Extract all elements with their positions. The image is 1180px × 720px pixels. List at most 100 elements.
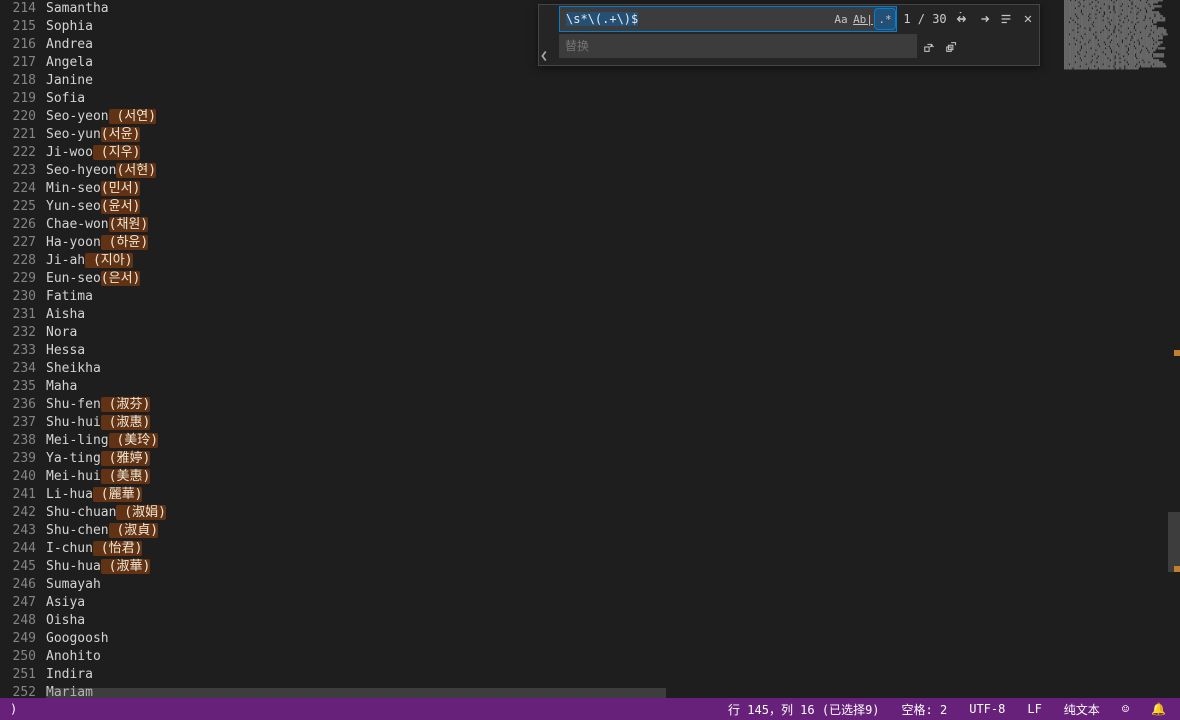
code-line[interactable]: Seo-yeon (서연) [46,108,1180,126]
line-number: 239 [0,450,46,468]
line-number: 242 [0,504,46,522]
line-number: 247 [0,594,46,612]
code-line[interactable]: Sofia [46,90,1180,108]
line-number: 228 [0,252,46,270]
line-text: Seo-yeon [46,109,109,124]
code-line[interactable]: Sheikha [46,360,1180,378]
search-match-highlight: (민서) [101,181,141,196]
code-line[interactable]: Min-seo(민서) [46,180,1180,198]
minimap[interactable]: █████ ███ ██████ █████████ ████████████ … [1060,0,1180,698]
editor-area: 2142152162172182192202212222232242252262… [0,0,1180,698]
line-text: Yun-seo [46,199,101,214]
code-line[interactable]: Eun-seo(은서) [46,270,1180,288]
line-number: 220 [0,108,46,126]
line-text: Li-hua [46,487,93,502]
code-line[interactable]: Seo-yun(서윤) [46,126,1180,144]
status-encoding[interactable]: UTF-8 [965,702,1009,716]
code-line[interactable]: Shu-fen (淑芬) [46,396,1180,414]
line-text: Aisha [46,307,85,322]
code-line[interactable]: Ji-ah (지아) [46,252,1180,270]
code-line[interactable]: Sumayah [46,576,1180,594]
line-number: 230 [0,288,46,306]
code-line[interactable]: Seo-hyeon(서현) [46,162,1180,180]
line-text: Sophia [46,19,93,34]
line-number: 216 [0,36,46,54]
search-match-highlight: (淑惠) [101,415,150,430]
status-eol[interactable]: LF [1023,702,1045,716]
code-line[interactable]: Mei-hui (美惠) [46,468,1180,486]
code-line[interactable]: Hessa [46,342,1180,360]
line-text: Seo-yun [46,127,101,142]
line-number: 236 [0,396,46,414]
code-line[interactable]: I-chun (怡君) [46,540,1180,558]
line-number: 224 [0,180,46,198]
code-line[interactable]: Nora [46,324,1180,342]
code-line[interactable]: Anohito [46,648,1180,666]
horizontal-scrollbar-thumb[interactable] [46,688,666,698]
minimap-viewport[interactable] [1168,512,1180,572]
code-line[interactable]: Fatima [46,288,1180,306]
regex-toggle[interactable]: .* [875,9,895,29]
line-number: 215 [0,18,46,36]
line-text: Andrea [46,37,93,52]
line-number: 232 [0,324,46,342]
line-number: 218 [0,72,46,90]
close-find-button[interactable]: ✕ [1017,8,1039,30]
status-cursor-position[interactable]: 行 145，列 16 (已选择9) [724,701,883,718]
code-line[interactable]: Shu-hua (淑華) [46,558,1180,576]
replace-all-button[interactable] [941,36,963,58]
line-text: Shu-fen [46,397,101,412]
line-text: Ji-ah [46,253,85,268]
match-case-toggle[interactable]: Aa [831,9,851,29]
code-line[interactable]: Janine [46,72,1180,90]
search-match-highlight: (美玲) [109,433,158,448]
find-input-value: \s*\(.+\)$ [566,12,638,26]
code-line[interactable]: Ha-yoon (하윤) [46,234,1180,252]
find-replace-widget: \s*\(.+\)$ Aa Ab| .* 1 / 30 ✕ [538,4,1040,66]
next-match-button[interactable] [973,8,995,30]
horizontal-scrollbar[interactable] [46,688,1060,698]
match-count: 1 / 30 [899,12,951,26]
line-number: 221 [0,126,46,144]
line-number: 217 [0,54,46,72]
search-match-highlight: (서연) [109,109,156,124]
code-line[interactable]: Shu-chen (淑貞) [46,522,1180,540]
search-match-highlight: (하윤) [101,235,148,250]
find-input[interactable]: \s*\(.+\)$ Aa Ab| .* [559,6,897,32]
code-content[interactable]: SamanthaSophiaAndreaAngelaJanineSofiaSeo… [46,0,1180,698]
toggle-replace-icon[interactable] [539,5,557,65]
find-in-selection-button[interactable] [995,8,1017,30]
status-bar: ) 行 145，列 16 (已选择9) 空格: 2 UTF-8 LF 纯文本 ☺… [0,698,1180,720]
status-indentation[interactable]: 空格: 2 [898,701,952,718]
code-line[interactable]: Googoosh [46,630,1180,648]
replace-input-field[interactable] [559,39,917,53]
code-line[interactable]: Yun-seo(윤서) [46,198,1180,216]
previous-match-button[interactable] [951,8,973,30]
code-line[interactable]: Oisha [46,612,1180,630]
notifications-icon[interactable]: 🔔 [1147,702,1170,716]
code-line[interactable]: Maha [46,378,1180,396]
replace-one-button[interactable] [919,36,941,58]
code-line[interactable]: Aisha [46,306,1180,324]
code-line[interactable]: Chae-won(채원) [46,216,1180,234]
search-match-highlight: (서윤) [101,127,141,142]
code-line[interactable]: Asiya [46,594,1180,612]
minimap-match-marker [1174,350,1180,356]
line-text: Shu-chen [46,523,109,538]
status-language-mode[interactable]: 纯文本 [1060,701,1104,718]
code-line[interactable]: Ji-woo (지우) [46,144,1180,162]
code-line[interactable]: Indira [46,666,1180,684]
line-text: Janine [46,73,93,88]
code-line[interactable]: Shu-chuan (淑娟) [46,504,1180,522]
code-line[interactable]: Li-hua (麗華) [46,486,1180,504]
replace-input[interactable] [559,34,917,58]
code-line[interactable]: Ya-ting (雅婷) [46,450,1180,468]
line-number: 233 [0,342,46,360]
line-number: 249 [0,630,46,648]
code-line[interactable]: Shu-hui (淑惠) [46,414,1180,432]
line-text: Shu-hua [46,559,101,574]
status-left-badge[interactable]: ) [6,702,21,716]
code-line[interactable]: Mei-ling (美玲) [46,432,1180,450]
feedback-icon[interactable]: ☺ [1118,702,1133,716]
match-whole-word-toggle[interactable]: Ab| [853,9,873,29]
